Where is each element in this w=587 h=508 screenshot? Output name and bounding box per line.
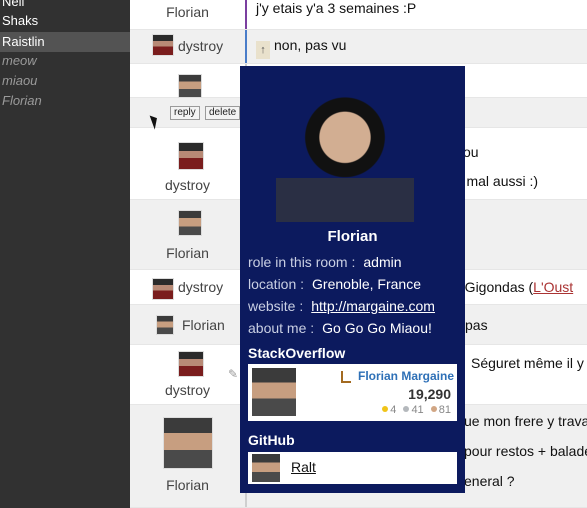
- message-text: pas: [465, 317, 488, 333]
- avatar[interactable]: [178, 210, 202, 236]
- github-repo-link[interactable]: Ralt: [291, 459, 316, 475]
- user-list-item-selected[interactable]: Raistlin: [0, 32, 130, 52]
- avatar[interactable]: [178, 351, 204, 377]
- profile-about: about me : Go Go Go Miaou!: [248, 320, 432, 336]
- delete-button[interactable]: delete: [205, 106, 241, 120]
- stackoverflow-logo-icon: [341, 371, 351, 383]
- divider: [245, 30, 247, 63]
- so-avatar: [252, 368, 296, 416]
- message-row: Florian j'y etais y'a 3 semaines :P: [130, 0, 587, 30]
- so-reputation: 19,290: [408, 386, 451, 402]
- message-text: ou: [463, 144, 479, 160]
- gold-badge-icon: [382, 406, 389, 412]
- website-link[interactable]: http://margaine.com: [311, 298, 435, 314]
- user-name: Shaks: [2, 13, 39, 28]
- avatar[interactable]: [152, 34, 174, 56]
- message-text: pour restos + balade: [464, 443, 587, 459]
- profile-role: role in this room : admin: [248, 254, 402, 270]
- profile-popup: Florian role in this room : admin locatio…: [240, 66, 465, 493]
- so-display-name[interactable]: Florian Margaine: [358, 369, 454, 383]
- reply-button[interactable]: reply: [170, 106, 200, 120]
- user-list-item[interactable]: Shaks: [0, 11, 130, 31]
- message-text: Séguret même il y: [471, 355, 584, 371]
- profile-website: website : http://margaine.com: [248, 298, 435, 314]
- github-card[interactable]: Ralt: [248, 452, 457, 484]
- user-list-item[interactable]: Florian: [0, 91, 130, 111]
- github-heading: GitHub: [248, 432, 295, 448]
- silver-badge-icon: [403, 406, 410, 412]
- divider: [245, 0, 247, 29]
- message-row: dystroy ↑ non, pas vu: [130, 30, 587, 64]
- message-author[interactable]: Florian: [130, 477, 245, 493]
- user-name: meow: [2, 53, 37, 68]
- user-list: Neil Shaks Raistlin meow miaou Florian: [0, 0, 130, 508]
- avatar[interactable]: [178, 74, 202, 98]
- user-list-item[interactable]: meow: [0, 51, 130, 71]
- so-badges: 4 41 81: [378, 404, 451, 416]
- message-author[interactable]: Florian: [130, 245, 245, 261]
- message-text: j'y etais y'a 3 semaines :P: [256, 0, 417, 16]
- user-name: Raistlin: [2, 34, 45, 49]
- user-name: Florian: [2, 93, 42, 108]
- avatar[interactable]: [163, 417, 213, 469]
- user-name: Neil: [2, 0, 25, 9]
- stackoverflow-card[interactable]: Florian Margaine 19,290 4 41 81: [248, 364, 457, 421]
- avatar[interactable]: [152, 278, 174, 300]
- message-text: ue mon frere y trava: [464, 413, 587, 429]
- message-author[interactable]: dystroy: [130, 177, 245, 193]
- message-text: à Gigondas (: [453, 279, 534, 295]
- stackoverflow-heading: StackOverflow: [248, 345, 346, 361]
- profile-photo: [276, 76, 414, 222]
- message-text: non, pas vu: [274, 37, 347, 53]
- message-author[interactable]: dystroy: [178, 279, 238, 295]
- avatar[interactable]: [178, 142, 204, 170]
- edit-pencil-icon[interactable]: ✎: [228, 367, 238, 381]
- profile-location: location : Grenoble, France: [248, 276, 421, 292]
- user-name: miaou: [2, 73, 38, 88]
- github-avatar: [252, 454, 280, 482]
- bronze-badge-icon: [430, 406, 437, 412]
- message-author[interactable]: Florian: [182, 317, 242, 333]
- message-text: eneral ?: [464, 473, 515, 489]
- message-link[interactable]: L'Oust: [533, 279, 573, 295]
- message-author[interactable]: Florian: [130, 4, 245, 20]
- user-list-item[interactable]: miaou: [0, 71, 130, 91]
- avatar[interactable]: [156, 315, 174, 335]
- message-author[interactable]: dystroy: [178, 38, 238, 54]
- reply-arrow-icon[interactable]: ↑: [256, 41, 270, 59]
- profile-name: Florian: [327, 228, 378, 245]
- message-author[interactable]: dystroy: [130, 382, 245, 398]
